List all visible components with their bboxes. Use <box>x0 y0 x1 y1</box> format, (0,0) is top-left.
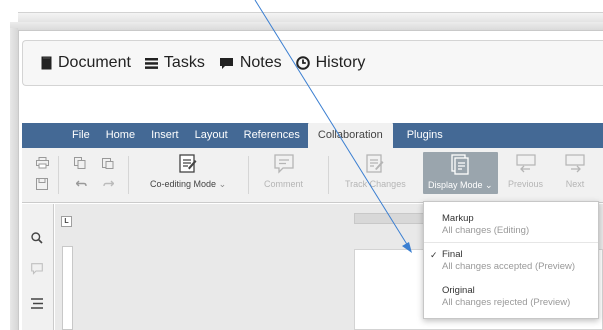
ruler-tab-selector[interactable]: L <box>61 216 72 227</box>
dropdown-item-subtitle: All changes (Editing) <box>442 225 530 236</box>
comment-icon <box>273 154 294 174</box>
paste-icon[interactable] <box>102 157 114 169</box>
tab-home[interactable]: Home <box>100 123 141 148</box>
track-changes-label: Track Changes <box>345 179 406 189</box>
undo-icon[interactable] <box>76 180 87 188</box>
toolbar-separator <box>58 156 59 194</box>
tab-insert[interactable]: Insert <box>145 123 185 148</box>
display-mode-label: Display Mode <box>428 180 483 190</box>
window-shadow-left <box>10 28 18 330</box>
print-icon[interactable] <box>36 157 49 169</box>
previous-label: Previous <box>508 179 544 189</box>
header-item-label: Tasks <box>163 54 205 71</box>
display-mode-button[interactable]: Display Mode ⌄ <box>423 152 498 194</box>
redo-icon[interactable] <box>103 180 114 188</box>
header-item-label: Notes <box>239 54 282 71</box>
notes-icon <box>219 57 233 69</box>
header-panel: Document Tasks Notes History <box>22 40 603 86</box>
dropdown-item-final[interactable]: Final All changes accepted (Preview) <box>442 249 575 273</box>
window-shadow-top <box>18 12 603 22</box>
dropdown-item-subtitle: All changes accepted (Preview) <box>442 261 576 272</box>
toolbar-separator <box>248 156 249 194</box>
chevron-down-icon: ⌄ <box>218 179 227 189</box>
comment-label: Comment <box>264 179 304 189</box>
left-sidebar <box>22 204 54 330</box>
previous-icon <box>515 154 536 173</box>
horizontal-ruler <box>354 213 424 224</box>
header-item-label: History <box>315 54 366 71</box>
toolbar: Co-editing Mode ⌄ Comment Track Changes … <box>22 148 603 203</box>
tasks-icon <box>144 57 158 69</box>
navigation-icon[interactable] <box>31 298 43 309</box>
comments-icon[interactable] <box>31 263 43 275</box>
copy-icon[interactable] <box>74 157 86 169</box>
previous-change-button[interactable]: Previous <box>508 154 543 189</box>
tab-collaboration[interactable]: Collaboration <box>307 123 393 148</box>
tab-layout[interactable]: Layout <box>189 123 234 148</box>
dropdown-separator <box>424 242 598 243</box>
history-icon <box>295 56 310 70</box>
chevron-down-icon: ⌄ <box>485 180 493 190</box>
dropdown-item-title: Original <box>442 285 475 296</box>
coediting-mode-button[interactable]: Co-editing Mode ⌄ <box>150 154 226 190</box>
dropdown-item-subtitle: All changes rejected (Preview) <box>442 297 571 308</box>
header-item-document[interactable]: Document <box>41 54 131 72</box>
header-item-label: Document <box>58 54 131 71</box>
next-label: Next <box>565 179 585 189</box>
tab-plugins[interactable]: Plugins <box>401 123 449 148</box>
track-changes-button[interactable]: Track Changes <box>345 154 406 189</box>
display-mode-icon <box>451 154 469 175</box>
toolbar-separator <box>328 156 329 194</box>
window-shadow-top-inner <box>10 22 603 30</box>
dropdown-item-title: Markup <box>442 213 474 224</box>
next-change-button[interactable]: Next <box>565 154 585 189</box>
save-icon[interactable] <box>36 178 48 190</box>
header-item-notes[interactable]: Notes <box>219 54 282 72</box>
dropdown-item-markup[interactable]: Markup All changes (Editing) <box>442 213 529 237</box>
vertical-ruler <box>62 246 73 330</box>
dropdown-item-original[interactable]: Original All changes rejected (Preview) <box>442 285 570 309</box>
display-mode-dropdown: Markup All changes (Editing) ✓ Final All… <box>423 201 599 319</box>
coediting-icon <box>179 154 197 173</box>
tab-file[interactable]: File <box>66 123 96 148</box>
next-icon <box>565 154 585 173</box>
menu-bar: File Home Insert Layout References Colla… <box>22 123 603 148</box>
header-item-tasks[interactable]: Tasks <box>144 54 205 72</box>
checkmark-icon: ✓ <box>430 250 438 260</box>
search-icon[interactable] <box>31 232 43 244</box>
document-icon <box>41 56 52 70</box>
tab-references[interactable]: References <box>238 123 306 148</box>
coediting-mode-label: Co-editing Mode <box>150 179 217 189</box>
header-item-history[interactable]: History <box>295 54 366 72</box>
comment-button[interactable]: Comment <box>264 154 303 189</box>
toolbar-separator <box>128 156 129 194</box>
track-changes-icon <box>366 154 384 173</box>
dropdown-item-title: Final <box>442 249 463 260</box>
